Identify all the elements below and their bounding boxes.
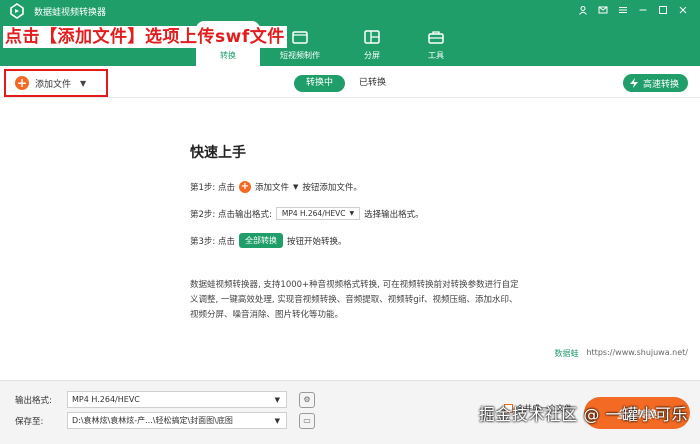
convert-all-sample-button[interactable]: 全部转换 [238,233,283,248]
site-url[interactable]: https://www.shujuwa.net/ [586,348,688,359]
tab-tools[interactable]: 工具 [404,21,468,66]
maximize-icon[interactable] [654,2,672,18]
save-to-label: 保存至: [15,416,44,427]
plus-icon: + [15,76,29,90]
format-value: MP4 H.264/HEVC [281,209,346,218]
converted-tab[interactable]: 已转换 [351,75,394,92]
converting-tab[interactable]: 转换中 [294,75,346,92]
quick-start-title: 快速上手 [190,145,246,161]
split-screen-icon [362,28,382,46]
tab-label: 分屏 [364,51,380,60]
window-controls [574,2,692,18]
message-icon[interactable] [594,2,612,18]
product-description: 数据蛙视频转换器, 支持1000+种音视频格式转换, 可在视频转换前对转换参数进… [190,280,519,320]
step1-suffix: 按钮添加文件。 [302,183,362,193]
site-brand: 数据蛙 [554,349,579,358]
user-icon[interactable] [574,2,592,18]
step1-button[interactable]: 添加文件 [255,181,289,193]
app-logo-icon [10,3,24,19]
step2-prefix: 第2步: 点击输出格式: [190,209,272,220]
save-to-row: 保存至: D:\袁林炫\袁林炫-产...\轻松搞定\封面图\底图 ▼ ▭ [15,412,315,429]
output-format-value: MP4 H.264/HEVC [72,395,140,404]
close-icon[interactable] [674,2,692,18]
step2-suffix: 选择输出格式。 [364,209,424,220]
lightning-icon [629,78,638,88]
output-format-select[interactable]: MP4 H.264/HEVC ▼ [67,391,287,408]
tab-label: 工具 [428,51,444,60]
chevron-down-icon: ▼ [274,416,280,425]
save-path-select[interactable]: D:\袁林炫\袁林炫-产...\轻松搞定\封面图\底图 ▼ [67,412,287,429]
overlay-annotation-title: 点击【添加文件】选项上传swf文件 [3,26,287,48]
add-file-button[interactable]: + 添加文件 ▼ [4,69,108,97]
fast-convert-label: 高速转换 [642,79,679,90]
tab-label: 转换 [220,51,236,60]
save-path-value: D:\袁林炫\袁林炫-产...\轻松搞定\封面图\底图 [72,416,233,425]
toolbar: + 添加文件 ▼ 转换中 已转换 高速转换 [0,66,700,98]
format-select-sample[interactable]: MP4 H.264/HEVC ▼ [275,207,361,220]
video-maker-icon [290,28,310,46]
step3-prefix: 第3步: 点击 [190,236,235,247]
folder-icon[interactable]: ▭ [299,412,315,429]
format-settings-icon[interactable]: ⚙ [299,391,315,408]
step-3: 第3步: 点击 全部转换 按钮开始转换。 [190,233,347,248]
menu-icon[interactable] [614,2,632,18]
output-format-row: 输出格式: MP4 H.264/HEVC ▼ ⚙ [15,391,315,408]
site-info: 数据蛙 https://www.shujuwa.net/ [554,348,688,359]
output-format-label: 输出格式: [15,395,52,406]
main-panel: 快速上手 第1步: 点击 + 添加文件 ▼ 按钮添加文件。 第2步: 点击输出格… [0,98,700,380]
chevron-down-icon[interactable]: ▼ [80,79,86,88]
chevron-down-icon: ▼ [349,210,355,217]
chevron-down-icon: ▼ [293,183,299,191]
minimize-icon[interactable] [634,2,652,18]
status-toggle: 转换中 已转换 [294,75,394,92]
watermark-text: 掘金技术社区 @ 一罐小可乐 [478,405,688,424]
toolbox-icon [426,28,446,46]
step-1: 第1步: 点击 + 添加文件 ▼ 按钮添加文件。 [190,181,362,193]
step-2: 第2步: 点击输出格式: MP4 H.264/HEVC ▼ 选择输出格式。 [190,207,424,220]
app-title: 数据蛙视频转换器 [34,8,107,18]
step3-suffix: 按钮开始转换。 [286,236,347,247]
tab-label: 短视频制作 [280,51,320,60]
chevron-down-icon: ▼ [274,395,280,404]
tab-split-screen[interactable]: 分屏 [340,21,404,66]
add-file-label: 添加文件 [35,79,72,90]
step1-prefix: 第1步: 点击 [190,183,235,193]
plus-icon: + [238,181,251,193]
fast-convert-button[interactable]: 高速转换 [622,74,688,92]
